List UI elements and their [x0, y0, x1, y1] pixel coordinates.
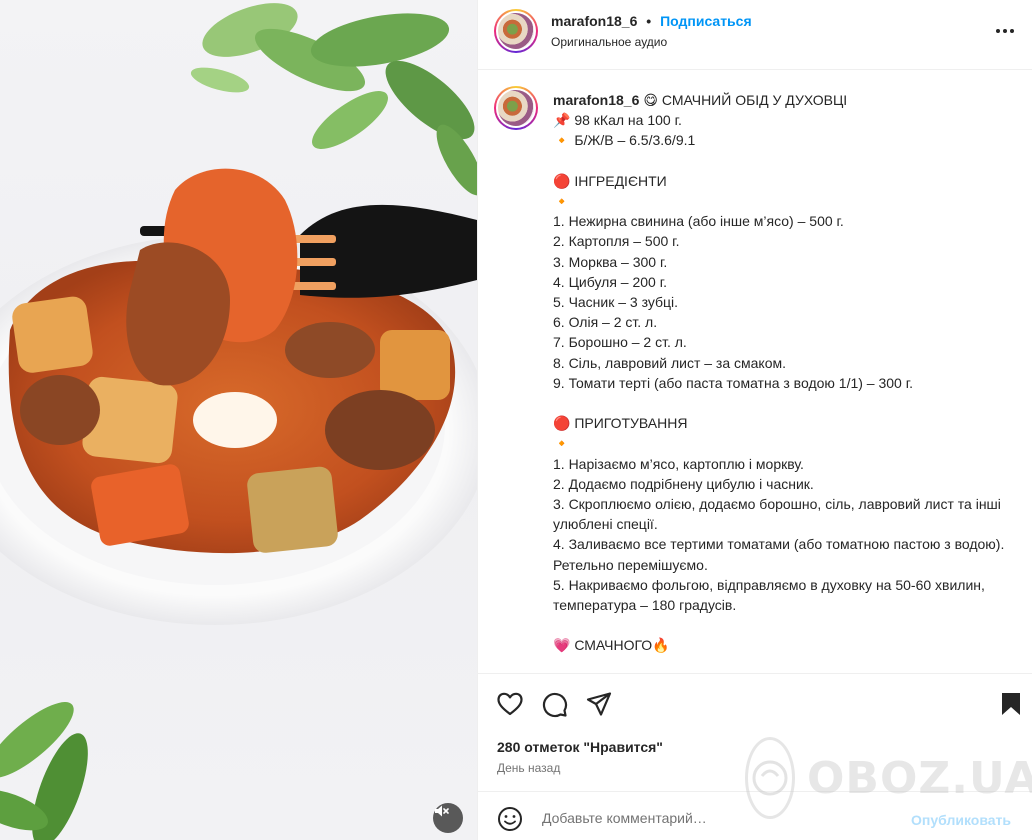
food-photo: [0, 3, 477, 840]
follow-button[interactable]: Подписаться: [660, 13, 752, 29]
bookmark-icon[interactable]: [997, 690, 1025, 718]
post-header: marafon18_6 • Подписаться Оригинальное а…: [478, 0, 1032, 70]
post-media[interactable]: [0, 0, 477, 840]
publish-button[interactable]: Опубликовать: [911, 812, 1011, 828]
comment-input[interactable]: [542, 806, 902, 830]
greens-bottom: [0, 702, 88, 840]
post-side-panel: marafon18_6 • Подписаться Оригинальное а…: [477, 0, 1032, 840]
header-username[interactable]: marafon18_6: [551, 13, 637, 29]
more-options-button[interactable]: [993, 19, 1017, 43]
likes-count[interactable]: 280 отметок "Нравится": [497, 739, 663, 755]
post-time[interactable]: День назад: [497, 761, 560, 775]
caption-text: 😋 СМАЧНИЙ ОБІД У ДУХОВЦІ 📌 98 кКал на 10…: [553, 92, 1005, 654]
more-options-icon: [996, 29, 1014, 33]
heart-icon[interactable]: [496, 690, 524, 718]
sound-off-icon: [435, 805, 449, 817]
actions-bar: 280 отметок "Нравится" День назад: [478, 673, 1032, 791]
comment-icon[interactable]: [540, 690, 568, 718]
caption-avatar[interactable]: [494, 86, 538, 130]
comment-bar: Опубликовать: [478, 791, 1032, 840]
send-icon[interactable]: [585, 690, 613, 718]
avatar[interactable]: [494, 9, 538, 53]
separator-dot: •: [646, 13, 652, 29]
caption: marafon18_6 😋 СМАЧНИЙ ОБІД У ДУХОВЦІ 📌 98…: [553, 90, 1013, 656]
caption-area: marafon18_6 😋 СМАЧНИЙ ОБІД У ДУХОВЦІ 📌 98…: [478, 71, 1032, 673]
emoji-icon[interactable]: [497, 806, 523, 832]
audio-label[interactable]: Оригинальное аудио: [551, 35, 667, 49]
caption-username[interactable]: marafon18_6: [553, 92, 639, 108]
header-user-row: marafon18_6 • Подписаться: [551, 13, 752, 29]
mute-button[interactable]: [433, 803, 463, 833]
